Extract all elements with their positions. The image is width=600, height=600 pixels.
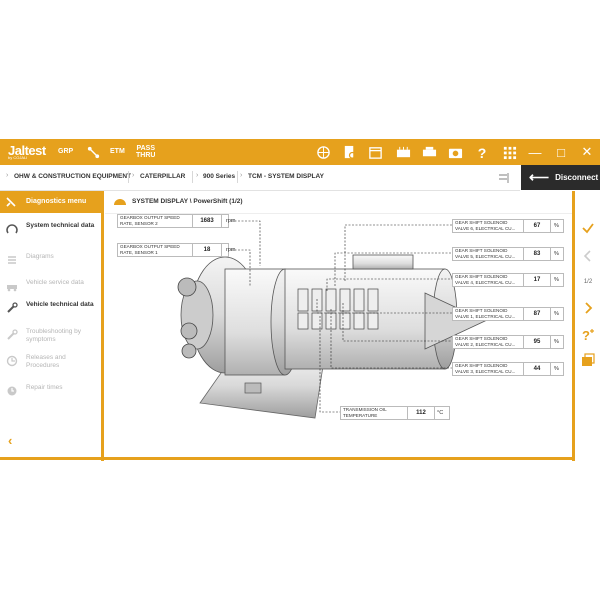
wrench-network-icon[interactable] (84, 143, 102, 161)
network-icon[interactable] (314, 143, 332, 161)
param-solenoid-valve-3: GEAR SHIFT SOLENOID VALVE 3, ELECTRICAL … (452, 362, 564, 376)
car-service-icon (7, 285, 17, 292)
breadcrumb-item[interactable]: CATERPILLAR (140, 173, 185, 180)
breadcrumb-item[interactable]: OHW & CONSTRUCTION EQUIPMENT (14, 173, 131, 180)
param-solenoid-valve-2: GEAR SHIFT SOLENOID VALVE 2, ELECTRICAL … (452, 335, 564, 349)
sidebar-item-vehicle-technical-data[interactable]: Vehicle technical data (0, 301, 101, 321)
troubleshoot-icon (7, 329, 18, 340)
camera-icon[interactable] (446, 143, 464, 161)
param-solenoid-valve-5: GEAR SHIFT SOLENOID VALVE 5, ELECTRICAL … (452, 247, 564, 261)
breadcrumb: › OHW & CONSTRUCTION EQUIPMENT › CATERPI… (0, 165, 520, 191)
param-gearbox-speed-sensor-2: GEARBOX OUTPUT SPEED RATE, SENSOR 2 1683… (117, 214, 235, 228)
param-value: 44 (523, 363, 551, 375)
etm-button[interactable]: ETM (110, 148, 125, 155)
arrow-left-icon: ⟵ (529, 169, 550, 185)
grp-button[interactable]: GRP (58, 148, 73, 155)
releases-icon (6, 355, 18, 367)
help-icon[interactable]: ? (472, 143, 490, 161)
sidebar-item-troubleshooting[interactable]: Troubleshooting by symptoms (0, 328, 101, 348)
sidebar-item-vehicle-service-data[interactable]: Vehicle service data (0, 279, 101, 293)
main-panel: SYSTEM DISPLAY \ PowerShift (1/2) GEARBO… (105, 191, 572, 457)
document-search-icon[interactable] (340, 143, 358, 161)
chevron-right-icon: › (6, 172, 9, 179)
param-gearbox-speed-sensor-1: GEARBOX OUTPUT SPEED RATE, SENSOR 1 18 r… (117, 243, 235, 257)
sidebar-item-releases[interactable]: Releases and Procedures (0, 354, 101, 374)
diagnostics-sidebar: Diagnostics menu System technical data D… (0, 191, 104, 461)
param-value: 83 (523, 248, 551, 260)
sidebar-header: Diagnostics menu (0, 191, 101, 213)
close-button[interactable]: ✕ (574, 139, 600, 165)
clock-icon (7, 386, 17, 396)
pass-thru-button[interactable]: PASS THRU (136, 145, 155, 159)
maximize-button[interactable]: □ (548, 139, 574, 165)
svg-text:?: ? (582, 328, 590, 342)
param-transmission-oil-temperature: TRANSMISSION OIL TEMPERATURE 112 °C (340, 406, 450, 420)
chevron-up-left-icon[interactable] (577, 247, 599, 265)
sidebar-item-diagrams[interactable]: Diagrams (0, 253, 101, 267)
help-tools-icon[interactable]: ? (577, 326, 599, 344)
horseshoe-icon (6, 224, 18, 234)
connection-status-icon (498, 171, 512, 185)
breadcrumb-item[interactable]: 900 Series (203, 173, 235, 180)
top-toolbar: Jaltest by COJALI GRP ETM PASS THRU ? — … (0, 139, 600, 165)
disconnect-button[interactable]: ⟵ Disconnect (521, 165, 600, 190)
param-solenoid-valve-4: GEAR SHIFT SOLENOID VALVE 4, ELECTRICAL … (452, 273, 564, 287)
right-action-rail: 1/2 ? (572, 191, 600, 461)
sidebar-item-system-technical-data[interactable]: System technical data (0, 222, 101, 242)
param-value: 1683 (192, 215, 222, 227)
param-value: 95 (523, 336, 551, 348)
chevron-left-icon[interactable]: ‹ (8, 433, 12, 448)
page-indicator: 1/2 (583, 279, 593, 285)
calendar-icon[interactable] (366, 143, 384, 161)
app-window: Jaltest by COJALI GRP ETM PASS THRU ? — … (0, 139, 600, 461)
disconnect-label: Disconnect (555, 173, 599, 182)
svg-text:?: ? (477, 145, 486, 160)
param-value: 112 (407, 407, 435, 419)
chevron-right-icon[interactable] (577, 299, 599, 317)
menu-tool-icon (6, 197, 16, 207)
param-value: 67 (523, 220, 551, 232)
check-icon[interactable] (577, 219, 599, 237)
breadcrumb-item[interactable]: TCM - SYSTEM DISPLAY (248, 173, 324, 180)
sidebar-item-repair-times[interactable]: Repair times (0, 384, 101, 398)
param-solenoid-valve-6: GEAR SHIFT SOLENOID VALVE 6, ELECTRICAL … (452, 219, 564, 233)
param-value: 18 (192, 244, 222, 256)
param-value: 17 (523, 274, 551, 286)
bottom-accent-line (0, 457, 572, 460)
minimize-button[interactable]: — (522, 139, 548, 165)
apps-grid-icon[interactable] (500, 143, 518, 161)
app-logo: Jaltest by COJALI (8, 143, 46, 160)
wrench-icon (7, 302, 18, 313)
param-value: 87 (523, 308, 551, 320)
keyboard-icon[interactable] (394, 143, 412, 161)
printer-icon[interactable] (420, 143, 438, 161)
notes-icon[interactable] (577, 351, 599, 369)
param-solenoid-valve-1: GEAR SHIFT SOLENOID VALVE 1, ELECTRICAL … (452, 307, 564, 321)
diagram-icon (8, 256, 16, 264)
